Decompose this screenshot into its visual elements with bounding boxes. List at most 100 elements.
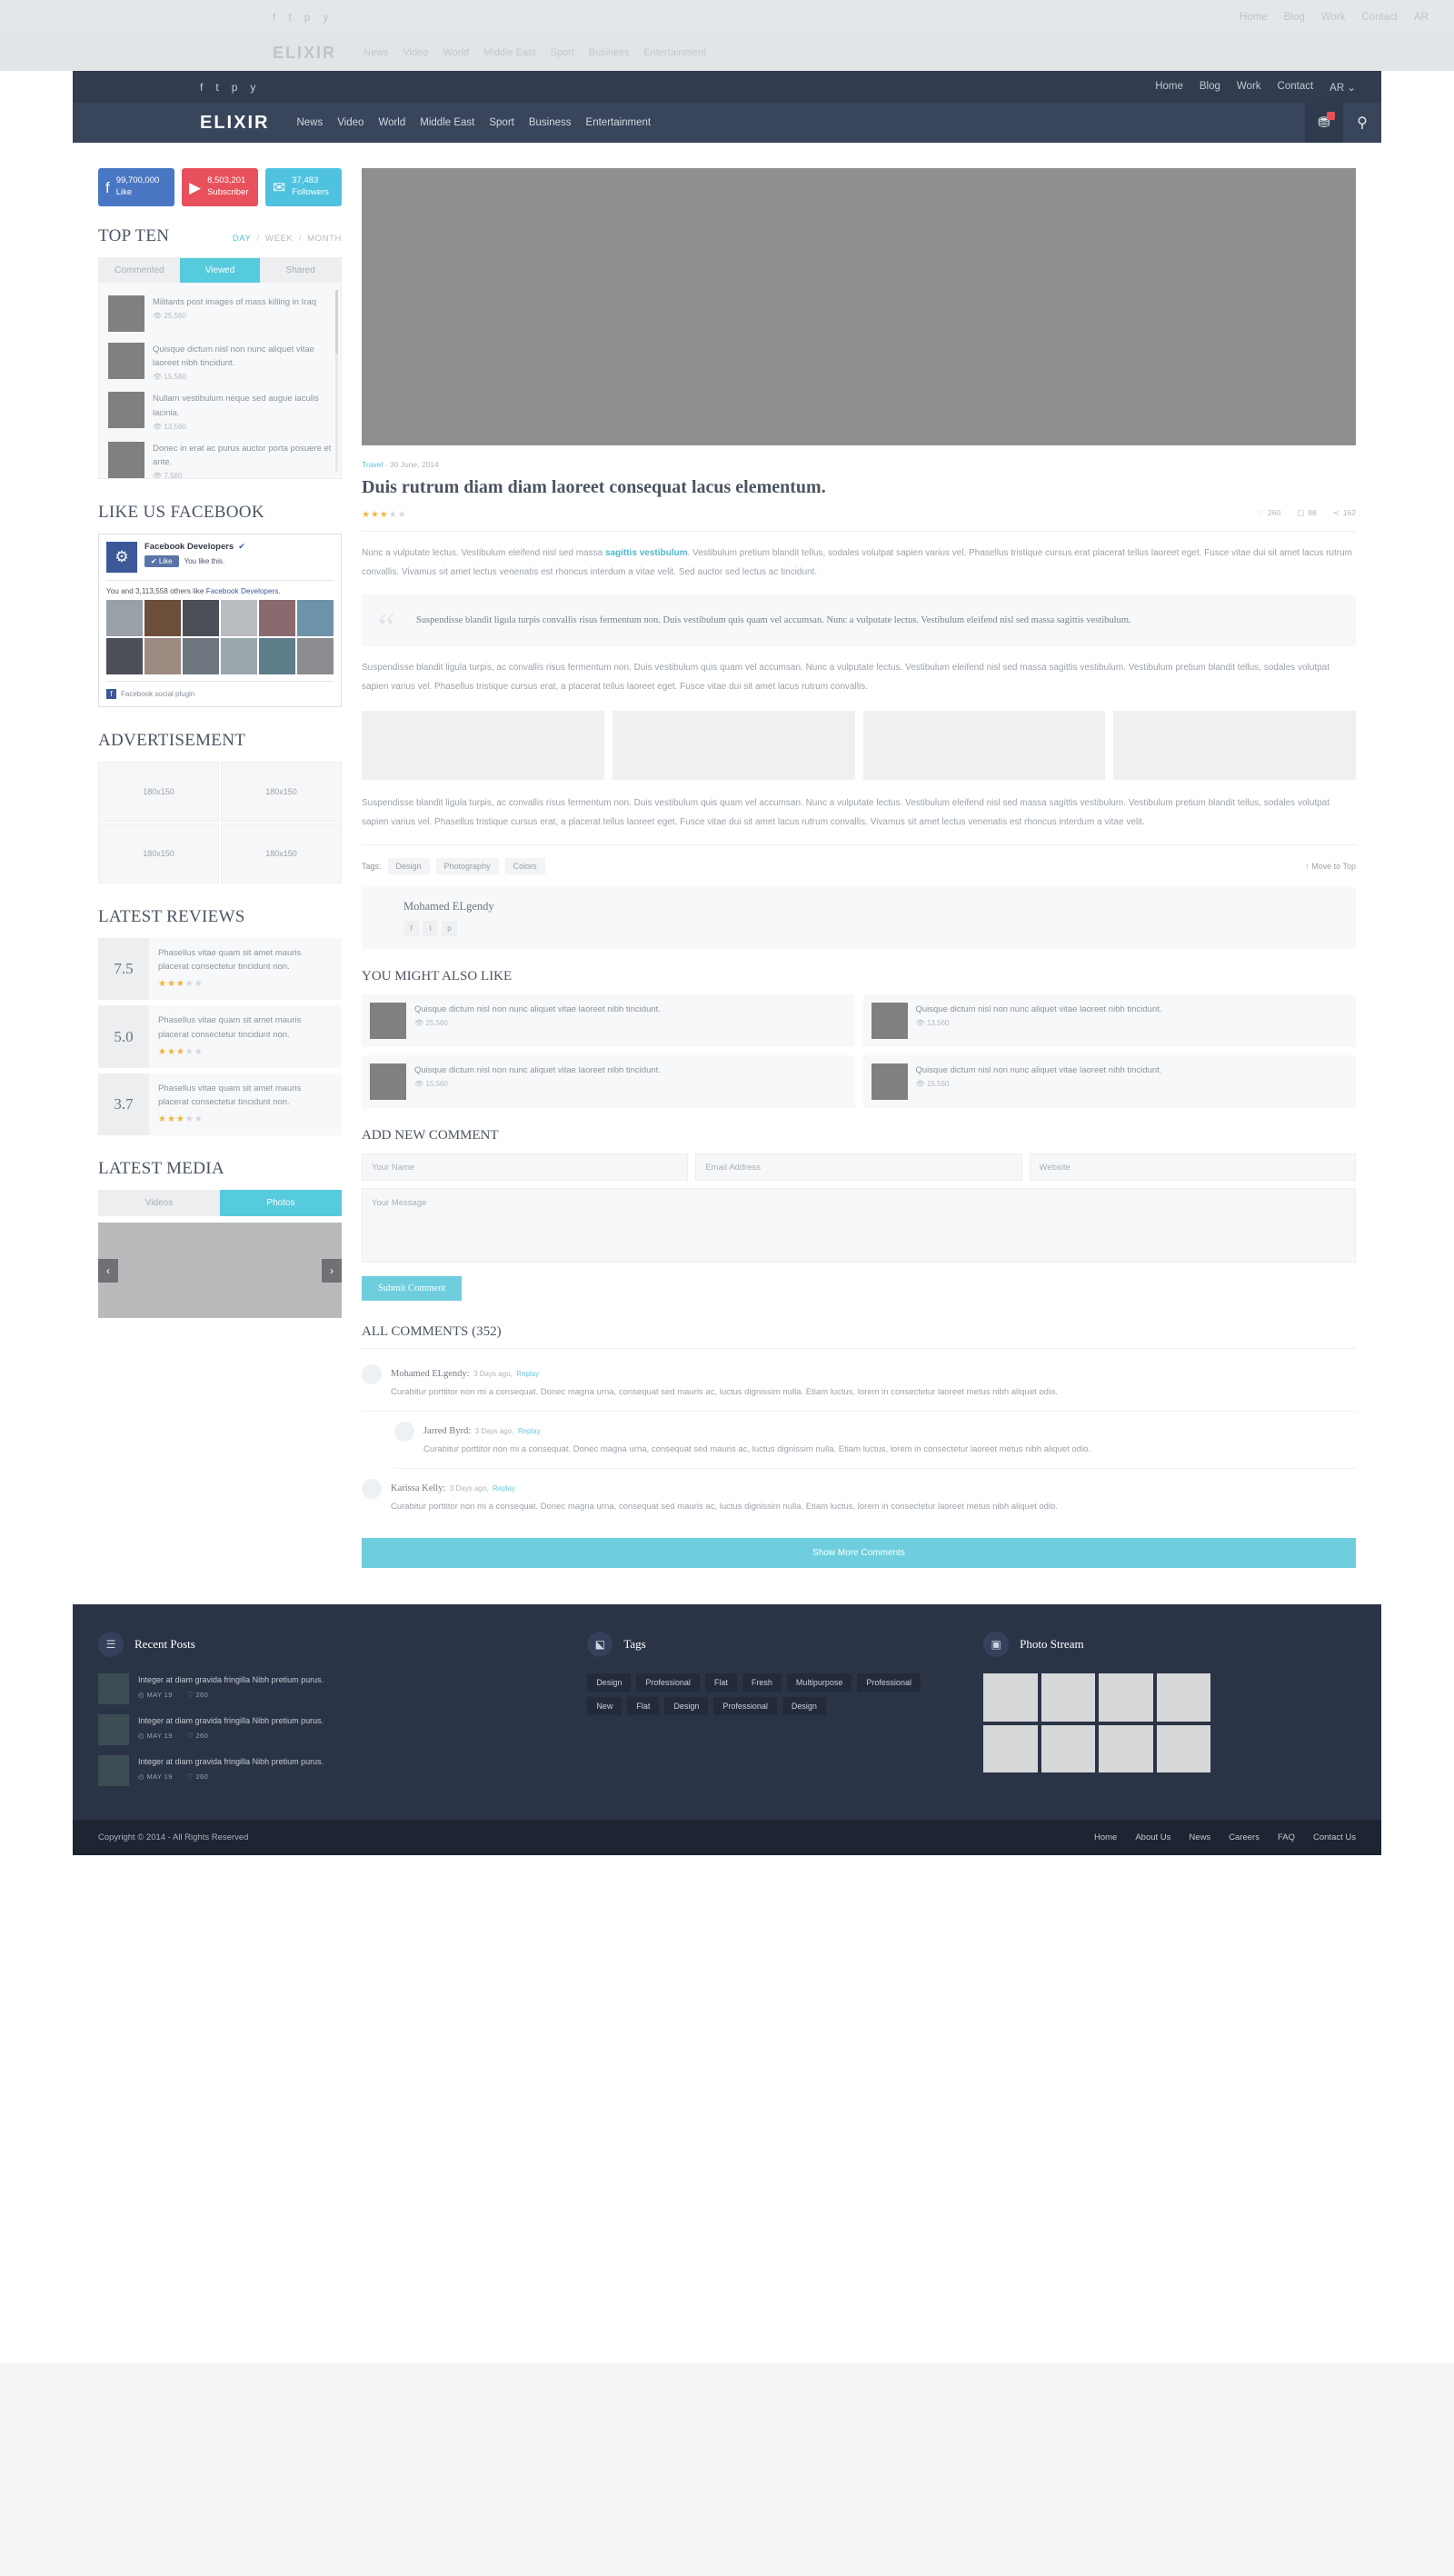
filter-week[interactable]: WEEK (265, 234, 293, 244)
name-field[interactable] (362, 1153, 689, 1181)
tab-photos[interactable]: Photos (220, 1190, 342, 1217)
tab-videos[interactable]: Videos (98, 1190, 220, 1217)
footer-link-contact-us[interactable]: Contact Us (1313, 1832, 1356, 1842)
ad-slot[interactable]: 180x150 (98, 824, 219, 884)
footer-tag[interactable]: Design (782, 1697, 826, 1716)
language-switcher[interactable]: AR ⌄ (1330, 81, 1356, 94)
message-field[interactable] (362, 1188, 1356, 1263)
gallery-thumbnail[interactable] (1113, 711, 1356, 780)
cart-button[interactable]: ⛃ (1305, 103, 1343, 143)
list-item[interactable]: Nullam vestibulum neque sed augue iaculi… (108, 386, 332, 435)
footer-link-faq[interactable]: FAQ (1278, 1832, 1295, 1842)
menu-item-entertainment[interactable]: Entertainment (586, 117, 652, 128)
footer-link-home[interactable]: Home (1094, 1832, 1117, 1842)
tag-chip[interactable]: Colors (504, 858, 545, 874)
twitter-icon[interactable]: t (423, 921, 438, 936)
footer-link-about-us[interactable]: About Us (1135, 1832, 1170, 1842)
photo-thumbnail[interactable] (1099, 1724, 1153, 1772)
comment-reply-link[interactable]: Replay (493, 1484, 515, 1493)
like-count[interactable]: ♡ 260 (1257, 508, 1280, 518)
ad-slot[interactable]: 180x150 (221, 824, 342, 884)
gallery-thumbnail[interactable] (362, 711, 604, 780)
also-like-card[interactable]: Quisque dictum nisl non nunc aliquet vit… (362, 994, 855, 1047)
submit-comment-button[interactable]: Submit Comment (362, 1276, 463, 1301)
review-item[interactable]: 3.7 Phasellus vitae quam sit amet mauris… (98, 1073, 342, 1136)
carousel-next-button[interactable]: › (322, 1258, 342, 1283)
youtube-counter[interactable]: ▶ 8,503,201 Subscriber (182, 168, 258, 206)
photo-thumbnail[interactable] (1041, 1673, 1096, 1722)
menu-item-news[interactable]: News (296, 117, 323, 128)
facebook-icon[interactable]: f (200, 81, 203, 94)
review-item[interactable]: 5.0 Phasellus vitae quam sit amet mauris… (98, 1005, 342, 1068)
footer-post-item[interactable]: Integer at diam gravida fringilla Nibh p… (98, 1755, 563, 1787)
tab-shared[interactable]: Shared (260, 258, 342, 283)
site-logo[interactable]: ELIXIR (200, 113, 269, 134)
footer-tag[interactable]: Design (664, 1697, 709, 1716)
footer-post-item[interactable]: Integer at diam gravida fringilla Nibh p… (98, 1673, 563, 1705)
list-scrollbar[interactable] (335, 290, 338, 472)
footer-post-item[interactable]: Integer at diam gravida fringilla Nibh p… (98, 1714, 563, 1746)
topbar-link-contact[interactable]: Contact (1278, 81, 1314, 94)
move-to-top-link[interactable]: ↑ Move to Top (1305, 862, 1356, 871)
footer-tag[interactable]: Flat (627, 1697, 660, 1716)
list-item[interactable]: Quisque dictum nisl non nunc aliquet vit… (108, 337, 332, 386)
pinterest-icon[interactable]: p (232, 81, 238, 94)
twitter-counter[interactable]: ✉ 37,483 Followers (265, 168, 342, 206)
menu-item-sport[interactable]: Sport (489, 117, 514, 128)
footer-tag[interactable]: Fresh (742, 1673, 782, 1692)
pinterest-icon[interactable]: p (442, 921, 457, 936)
facebook-icon[interactable]: f (403, 921, 419, 936)
menu-item-business[interactable]: Business (529, 117, 572, 128)
tab-viewed[interactable]: Viewed (179, 258, 261, 283)
article-category[interactable]: Travel (362, 460, 383, 469)
footer-tag[interactable]: Professional (857, 1673, 921, 1692)
comment-reply-link[interactable]: Replay (518, 1427, 541, 1435)
list-item[interactable]: Donec in erat ac purus auctor porta posu… (108, 436, 332, 478)
filter-month[interactable]: MONTH (307, 234, 342, 244)
photo-thumbnail[interactable] (1099, 1673, 1153, 1722)
topbar-link-work[interactable]: Work (1237, 81, 1261, 94)
share-count[interactable]: ≺ 162 (1333, 508, 1356, 518)
website-field[interactable] (1029, 1153, 1356, 1181)
gallery-thumbnail[interactable] (612, 711, 855, 780)
footer-tag[interactable]: New (587, 1697, 622, 1716)
ad-slot[interactable]: 180x150 (98, 762, 219, 822)
review-item[interactable]: 7.5 Phasellus vitae quam sit amet mauris… (98, 938, 342, 1001)
menu-item-world[interactable]: World (378, 117, 405, 128)
tag-chip[interactable]: Design (387, 858, 430, 874)
facebook-page-name[interactable]: Facebook Developers (144, 542, 234, 552)
also-like-card[interactable]: Quisque dictum nisl non nunc aliquet vit… (862, 1055, 1356, 1108)
photo-thumbnail[interactable] (983, 1673, 1038, 1722)
footer-tag[interactable]: Professional (713, 1697, 777, 1716)
tag-chip[interactable]: Photography (435, 858, 499, 874)
carousel-prev-button[interactable]: ‹ (98, 1258, 118, 1283)
photo-thumbnail[interactable] (1156, 1673, 1211, 1722)
also-like-card[interactable]: Quisque dictum nisl non nunc aliquet vit… (862, 994, 1356, 1047)
menu-item-video[interactable]: Video (337, 117, 364, 128)
menu-item-middle-east[interactable]: Middle East (420, 117, 474, 128)
inline-link[interactable]: sagittis vestibulum (605, 548, 688, 558)
footer-tag[interactable]: Design (587, 1673, 632, 1692)
show-more-comments-button[interactable]: Show More Comments (362, 1538, 1356, 1569)
footer-link-news[interactable]: News (1189, 1832, 1210, 1842)
photo-thumbnail[interactable] (1041, 1724, 1096, 1772)
comment-reply-link[interactable]: Replay (516, 1370, 539, 1378)
ad-slot[interactable]: 180x150 (221, 762, 342, 822)
footer-link-careers[interactable]: Careers (1229, 1832, 1260, 1842)
topbar-link-home[interactable]: Home (1155, 81, 1183, 94)
facebook-others-link[interactable]: Facebook Developers. (206, 587, 281, 595)
twitter-icon[interactable]: t (215, 81, 218, 94)
filter-day[interactable]: DAY (233, 234, 251, 244)
facebook-like-button[interactable]: ✔ Like (144, 555, 179, 567)
photo-thumbnail[interactable] (983, 1724, 1038, 1772)
search-button[interactable]: ⚲ (1343, 103, 1381, 143)
list-item[interactable]: Militants post images of mass killing in… (108, 290, 332, 337)
comment-count[interactable]: ▢ 98 (1297, 508, 1317, 518)
email-field[interactable] (695, 1153, 1022, 1181)
youtube-icon[interactable]: y (250, 81, 255, 94)
facebook-counter[interactable]: f 99,700,000 Like (98, 168, 174, 206)
footer-tag[interactable]: Professional (636, 1673, 700, 1692)
footer-tag[interactable]: Multipurpose (786, 1673, 852, 1692)
topbar-link-blog[interactable]: Blog (1200, 81, 1220, 94)
tab-commented[interactable]: Commented (99, 258, 180, 283)
